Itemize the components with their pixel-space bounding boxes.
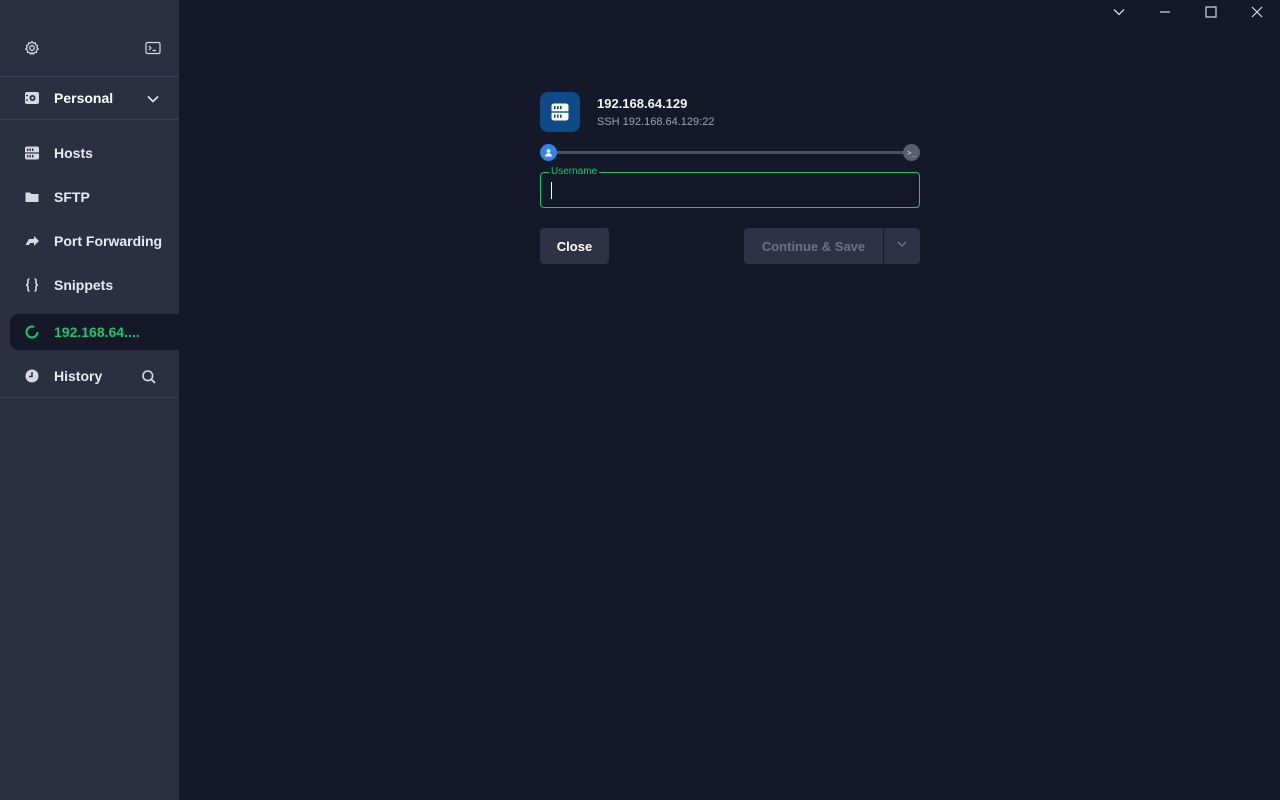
folder-icon: [24, 189, 40, 205]
vault-selector[interactable]: Personal: [0, 77, 179, 120]
vault-label: Personal: [54, 90, 114, 106]
clock-icon: [24, 368, 40, 384]
progress-track: [548, 151, 912, 154]
sidebar-item-snippets[interactable]: Snippets: [0, 263, 179, 307]
sidebar-item-label: History: [54, 367, 103, 384]
sidebar-item-label: Snippets: [54, 277, 114, 293]
sidebar-item-label: SFTP: [54, 189, 90, 205]
sidebar-item-label: Hosts: [54, 145, 93, 161]
sidebar-header: [0, 0, 179, 77]
maximize-icon[interactable]: [1203, 4, 1219, 20]
server-icon: [540, 92, 580, 132]
sidebar-item-history[interactable]: History: [0, 354, 179, 398]
sidebar: Personal Hosts SFTP Port Forwarding Snip…: [0, 0, 179, 800]
sidebar-item-connection[interactable]: 192.168.64....: [10, 314, 179, 350]
host-info: 192.168.64.129 SSH 192.168.64.129:22: [597, 96, 714, 128]
connection-progress: >_: [540, 143, 920, 161]
minimize-icon[interactable]: [1157, 4, 1173, 20]
port-forward-icon: [24, 233, 40, 249]
connection-panel: 192.168.64.129 SSH 192.168.64.129:22 >_ …: [540, 92, 920, 264]
sidebar-item-port-forwarding[interactable]: Port Forwarding: [0, 219, 179, 263]
braces-icon: [24, 277, 40, 293]
host-title: 192.168.64.129: [597, 96, 688, 111]
sidebar-item-label: 192.168.64....: [54, 324, 140, 340]
gear-icon[interactable]: [24, 40, 40, 56]
terminal-icon[interactable]: [145, 40, 161, 56]
username-input[interactable]: [541, 173, 919, 207]
chevron-down-icon: [896, 237, 908, 255]
search-icon[interactable]: [141, 369, 157, 390]
user-step-icon: [540, 144, 557, 161]
username-field[interactable]: Username: [540, 166, 920, 208]
close-icon[interactable]: [1249, 4, 1265, 20]
sidebar-item-label: Port Forwarding: [54, 233, 163, 249]
host-subtitle: SSH 192.168.64.129:22: [597, 116, 715, 128]
chevron-down-icon[interactable]: [1111, 4, 1127, 20]
host-header: 192.168.64.129 SSH 192.168.64.129:22: [540, 92, 920, 132]
close-button[interactable]: Close: [540, 228, 609, 264]
text-caret: [551, 182, 552, 199]
vault-icon: [24, 90, 40, 106]
spinner-icon: [24, 324, 40, 340]
sidebar-item-sftp[interactable]: SFTP: [0, 175, 179, 219]
terminal-step-icon: >_: [903, 144, 920, 161]
hosts-icon: [24, 145, 40, 161]
action-bar: Close Continue & Save: [540, 228, 920, 264]
more-options-button[interactable]: [884, 228, 920, 264]
sidebar-nav: Hosts SFTP Port Forwarding Snippets 192.…: [0, 120, 179, 398]
chevron-down-icon[interactable]: [146, 92, 160, 111]
sidebar-item-hosts[interactable]: Hosts: [0, 131, 179, 175]
continue-save-button[interactable]: Continue & Save: [744, 228, 883, 264]
